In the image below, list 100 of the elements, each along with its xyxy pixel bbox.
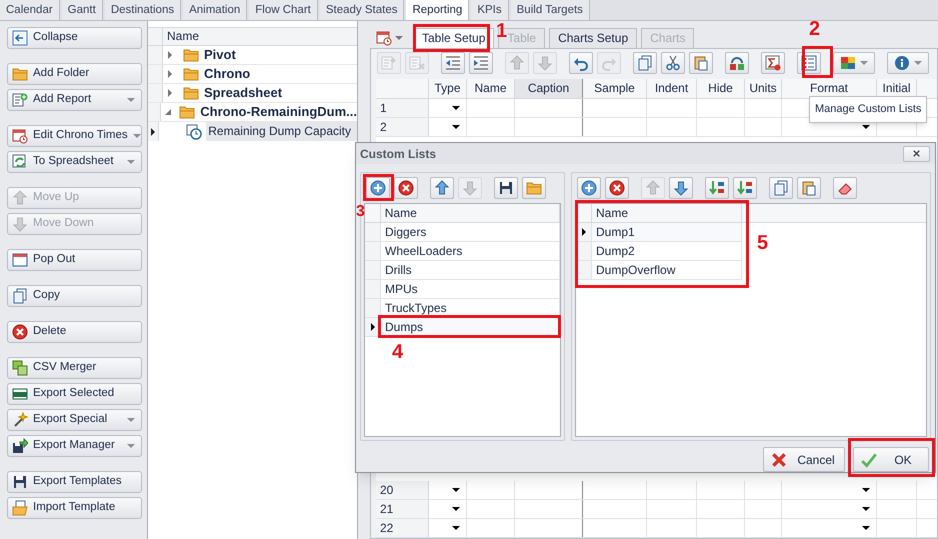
outdent-button[interactable] (441, 52, 465, 74)
arrow-left-icon (12, 30, 28, 46)
tree-item[interactable]: Chrono (204, 64, 250, 84)
info-button[interactable] (887, 52, 929, 74)
sort-ascending-button[interactable] (705, 177, 729, 199)
add-button[interactable] (366, 177, 390, 199)
delete-row-icon (409, 55, 425, 71)
column-header[interactable]: Indent (647, 79, 697, 98)
tab[interactable]: Steady States (320, 0, 404, 20)
collapse-arrow-icon[interactable] (164, 109, 171, 115)
color-grid-button[interactable] (833, 52, 875, 74)
step-number: 4 (392, 341, 404, 363)
column-header[interactable]: Caption (515, 79, 583, 98)
indent-button[interactable] (469, 52, 493, 74)
cancel-button[interactable]: Cancel (763, 447, 845, 472)
tab[interactable]: Flow Chart (249, 0, 318, 20)
step-number: 5 (757, 232, 768, 254)
tab[interactable]: Build Targets (510, 0, 590, 20)
paste-button[interactable] (797, 177, 821, 199)
add-row-icon (381, 55, 397, 71)
tree-item[interactable]: Remaining Dump Capacity (206, 122, 357, 141)
save-icon (498, 180, 514, 196)
overlapping-squares-icon (12, 360, 28, 376)
list-item[interactable]: Drills (381, 261, 560, 280)
dropdown-caret-icon (127, 418, 135, 422)
tab[interactable]: Reporting (406, 0, 470, 20)
list-item[interactable]: Dump2 (592, 242, 742, 261)
row-number: 21 (376, 500, 429, 518)
sidebar-button[interactable]: Delete (7, 321, 142, 343)
tab[interactable]: KPIs (471, 0, 509, 20)
arrow-up-button[interactable] (430, 177, 454, 199)
copy-button[interactable] (769, 177, 793, 199)
column-header[interactable]: Sample (583, 79, 647, 98)
sigma-clear-button[interactable] (761, 52, 785, 74)
list-item[interactable]: Dump1 (592, 223, 742, 242)
sidebar-button[interactable]: CSV Merger (7, 357, 142, 379)
tree-item[interactable]: Spreadsheet (204, 83, 282, 103)
tab[interactable]: Animation (183, 0, 248, 20)
dropdown-caret-icon (127, 444, 135, 448)
dialog-title: Custom Lists (360, 146, 436, 162)
folder-icon (183, 85, 199, 101)
row-number: 20 (376, 481, 429, 499)
add-icon (581, 180, 597, 196)
sidebar-button[interactable]: Import Template (7, 497, 142, 519)
ok-button[interactable]: OK (853, 447, 929, 472)
dropdown-arrow-icon (452, 488, 460, 492)
add-icon (370, 180, 386, 196)
expand-arrow-icon[interactable] (168, 51, 172, 59)
sidebar-button[interactable]: Copy (7, 285, 142, 307)
delete-button[interactable] (605, 177, 629, 199)
tab[interactable]: Gantt (62, 0, 103, 20)
sidebar-button[interactable]: Export Selected (7, 383, 142, 405)
eraser-button[interactable] (833, 177, 857, 199)
arrow-up-icon (434, 180, 450, 196)
sidebar-button[interactable]: Add Folder (7, 63, 142, 85)
paste-button[interactable] (689, 52, 713, 74)
tree-item[interactable]: Pivot (204, 45, 236, 65)
sidebar-button[interactable]: To Spreadsheet (7, 151, 142, 173)
close-button[interactable] (903, 146, 930, 162)
expand-arrow-icon[interactable] (168, 89, 172, 97)
sort-descending-button[interactable] (733, 177, 757, 199)
window-icon (12, 252, 28, 268)
close-icon (911, 148, 922, 159)
sidebar-button[interactable]: Export Manager (7, 435, 142, 457)
sidebar-button[interactable]: Export Special (7, 409, 142, 431)
tab[interactable]: Table Setup (413, 28, 494, 48)
list-item[interactable]: Diggers (381, 223, 560, 242)
info-icon (894, 55, 910, 71)
tab[interactable]: Destinations (104, 0, 182, 20)
dropdown-caret-icon (127, 160, 135, 164)
tab[interactable]: Calendar (0, 0, 60, 20)
expand-arrow-icon[interactable] (168, 70, 172, 78)
tree-item[interactable]: Chrono-RemainingDum... (200, 102, 357, 122)
replace-icon (729, 55, 745, 71)
replace-button[interactable] (725, 52, 749, 74)
column-header[interactable]: Type (429, 79, 467, 98)
column-header[interactable]: Hide (697, 79, 745, 98)
list-item[interactable]: MPUs (381, 280, 560, 299)
copy-button[interactable] (633, 52, 657, 74)
check-icon (860, 450, 878, 468)
column-header[interactable]: Units (745, 79, 782, 98)
folder-icon (183, 47, 199, 63)
list-item[interactable]: DumpOverflow (592, 261, 742, 280)
delete-icon (398, 180, 414, 196)
sidebar-button[interactable]: Edit Chrono Times (7, 125, 142, 147)
sidebar-button[interactable]: Collapse (7, 27, 142, 49)
list-item[interactable]: WheelLoaders (381, 242, 560, 261)
sort-ascending-icon (709, 180, 725, 196)
save-button[interactable] (494, 177, 518, 199)
color-grid-icon (840, 55, 856, 71)
undo-button[interactable] (569, 52, 593, 74)
sidebar-button[interactable]: Add Report (7, 89, 142, 111)
arrow-down-button[interactable] (669, 177, 693, 199)
sidebar-button[interactable]: Export Templates (7, 471, 142, 493)
scissors-button[interactable] (661, 52, 685, 74)
delete-button[interactable] (394, 177, 418, 199)
tab[interactable]: Charts Setup (549, 28, 638, 48)
sidebar-button[interactable]: Pop Out (7, 249, 142, 271)
column-header[interactable]: Name (163, 28, 204, 45)
add-button[interactable] (577, 177, 601, 199)
